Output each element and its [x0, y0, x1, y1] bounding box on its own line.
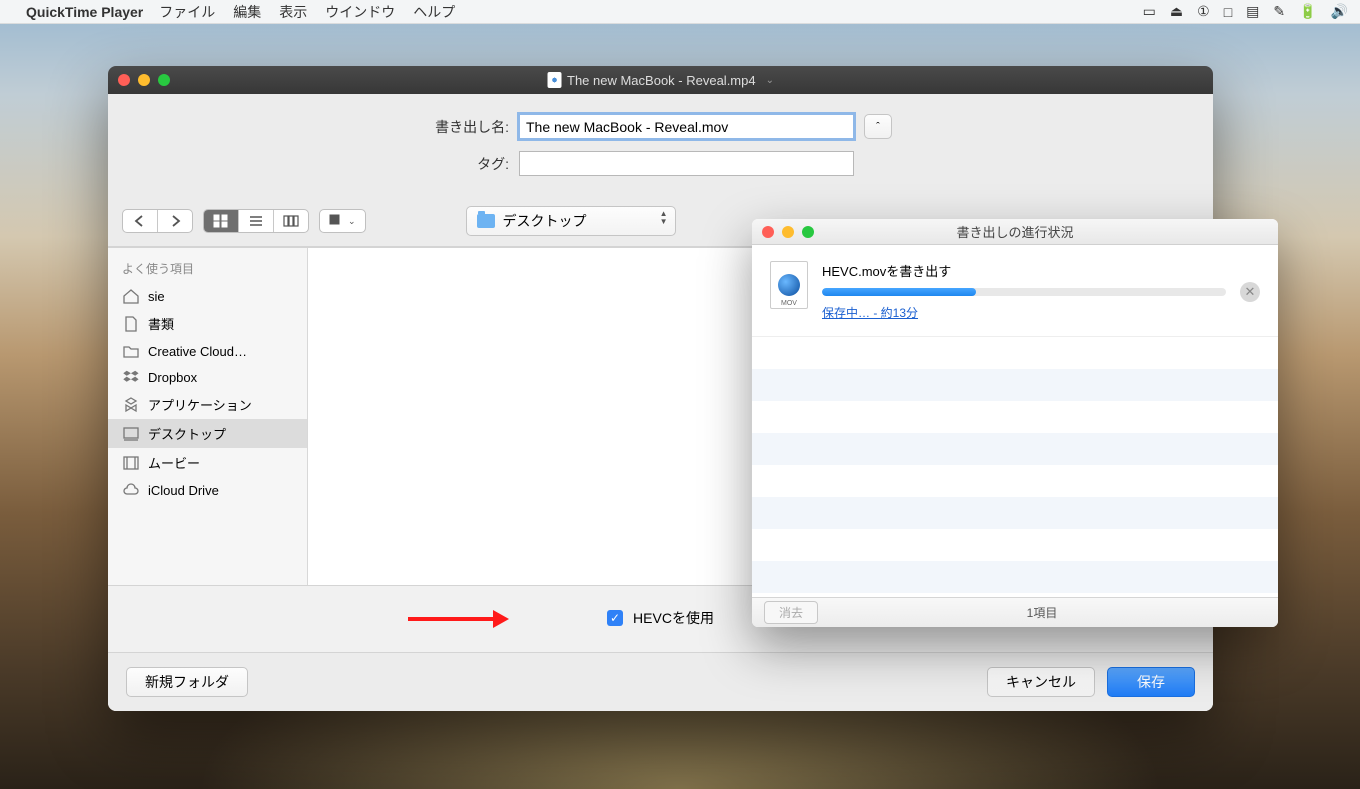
arrange-segment: ⌄	[319, 209, 366, 233]
tags-label: タグ:	[429, 154, 509, 174]
progress-titlebar[interactable]: 書き出しの進行状況	[752, 219, 1278, 245]
hevc-label: HEVCを使用	[633, 608, 714, 628]
progress-status-link[interactable]: 保存中… - 約13分	[822, 304, 918, 321]
export-name-label: 書き出し名:	[429, 117, 509, 137]
volume-icon[interactable]: 🔊	[1331, 3, 1348, 20]
export-name-input[interactable]	[519, 114, 854, 139]
progress-title: 書き出しの進行状況	[956, 222, 1073, 241]
app-icon	[122, 397, 140, 413]
progress-item-name: HEVC.movを書き出す	[822, 261, 1226, 280]
nav-segment	[122, 209, 193, 233]
back-button[interactable]	[123, 210, 158, 232]
cancel-button[interactable]: キャンセル	[987, 667, 1095, 697]
footer: 新規フォルダ キャンセル 保存	[108, 652, 1213, 711]
column-view-button[interactable]	[274, 210, 308, 232]
keychain-icon[interactable]: ①	[1197, 3, 1210, 20]
close-icon[interactable]	[118, 74, 130, 86]
new-folder-button[interactable]: 新規フォルダ	[126, 667, 248, 697]
clear-button[interactable]: 消去	[764, 601, 818, 624]
sidebar-item-movie[interactable]: ムービー	[108, 448, 307, 477]
progress-bar	[822, 288, 1226, 296]
minimize-icon[interactable]	[138, 74, 150, 86]
sidebar-item-label: sie	[148, 289, 165, 304]
minimize-icon[interactable]	[782, 226, 794, 238]
zoom-icon[interactable]	[802, 226, 814, 238]
sidebar-item-folder[interactable]: Creative Cloud…	[108, 338, 307, 364]
hevc-checkbox[interactable]: ✓	[607, 610, 623, 626]
sidebar-item-label: アプリケーション	[148, 395, 252, 414]
icon-view-button[interactable]	[204, 210, 239, 232]
titlebar[interactable]: The new MacBook - Reveal.mp4 ⌄	[108, 66, 1213, 94]
sidebar-item-label: ムービー	[148, 453, 200, 472]
chevron-down-icon[interactable]: ⌄	[766, 75, 774, 86]
folder-icon	[477, 214, 495, 228]
sidebar-item-cloud[interactable]: iCloud Drive	[108, 477, 307, 503]
annotation-arrow	[408, 610, 509, 628]
forward-button[interactable]	[158, 210, 192, 232]
window-title-text: The new MacBook - Reveal.mp4	[567, 73, 756, 88]
dropbox-icon	[122, 369, 140, 385]
location-popup[interactable]: デスクトップ ▲▼	[466, 206, 676, 236]
progress-window: 書き出しの進行状況 MOV HEVC.movを書き出す 保存中… - 約13分 …	[752, 219, 1278, 627]
sidebar-item-dropbox[interactable]: Dropbox	[108, 364, 307, 390]
item-count: 1項目	[1027, 604, 1058, 621]
airplay-icon[interactable]: ⏏	[1170, 3, 1183, 20]
menu-file[interactable]: ファイル	[159, 2, 215, 22]
menu-help[interactable]: ヘルプ	[413, 2, 455, 22]
sidebar-item-label: デスクトップ	[148, 424, 226, 443]
movie-icon	[122, 455, 140, 471]
view-segment	[203, 209, 309, 233]
camera-icon[interactable]: □	[1224, 4, 1232, 20]
progress-footer: 消去 1項目	[752, 597, 1278, 627]
sidebar-favorites-header: よく使う項目	[108, 256, 307, 283]
home-icon	[122, 288, 140, 304]
sidebar: よく使う項目 sie 書類 Creative Cloud… Dropbox アプリケーシ…	[108, 248, 308, 585]
arrange-button[interactable]: ⌄	[320, 210, 365, 232]
menu-view[interactable]: 表示	[279, 2, 307, 22]
folder-icon	[122, 343, 140, 359]
battery-icon[interactable]: 🔋	[1299, 3, 1316, 20]
document-icon	[547, 72, 561, 88]
sidebar-item-doc[interactable]: 書類	[108, 309, 307, 338]
mov-file-icon: MOV	[770, 261, 808, 309]
window-title: The new MacBook - Reveal.mp4 ⌄	[547, 72, 774, 88]
display-icon[interactable]: ▭	[1143, 3, 1156, 20]
clipboard-icon[interactable]: ▤	[1246, 3, 1259, 20]
sidebar-item-label: Creative Cloud…	[148, 344, 247, 359]
app-menu[interactable]: QuickTime Player	[26, 4, 143, 20]
progress-list-area	[752, 337, 1278, 597]
sidebar-item-label: Dropbox	[148, 370, 197, 385]
cancel-export-icon[interactable]: ✕	[1240, 282, 1260, 302]
desktop-icon	[122, 426, 140, 442]
location-label: デスクトップ	[503, 211, 587, 231]
menu-edit[interactable]: 編集	[233, 2, 261, 22]
doc-icon	[122, 316, 140, 332]
sidebar-item-label: iCloud Drive	[148, 483, 219, 498]
progress-item: MOV HEVC.movを書き出す 保存中… - 約13分 ✕	[752, 245, 1278, 337]
menu-window[interactable]: ウインドウ	[325, 2, 395, 22]
updown-icon: ▲▼	[660, 210, 668, 226]
zoom-icon[interactable]	[158, 74, 170, 86]
list-view-button[interactable]	[239, 210, 274, 232]
collapse-button[interactable]: ˆ	[864, 114, 892, 139]
sidebar-item-label: 書類	[148, 314, 174, 333]
cloud-icon	[122, 482, 140, 498]
sidebar-item-app[interactable]: アプリケーション	[108, 390, 307, 419]
pencil-icon[interactable]: ✎	[1273, 3, 1285, 20]
close-icon[interactable]	[762, 226, 774, 238]
sidebar-item-home[interactable]: sie	[108, 283, 307, 309]
menubar-right: ▭ ⏏ ① □ ▤ ✎ 🔋 🔊	[1143, 3, 1348, 20]
save-button[interactable]: 保存	[1107, 667, 1195, 697]
menubar: QuickTime Player ファイル 編集 表示 ウインドウ ヘルプ ▭ …	[0, 0, 1360, 24]
tags-input[interactable]	[519, 151, 854, 176]
sidebar-item-desktop[interactable]: デスクトップ	[108, 419, 307, 448]
